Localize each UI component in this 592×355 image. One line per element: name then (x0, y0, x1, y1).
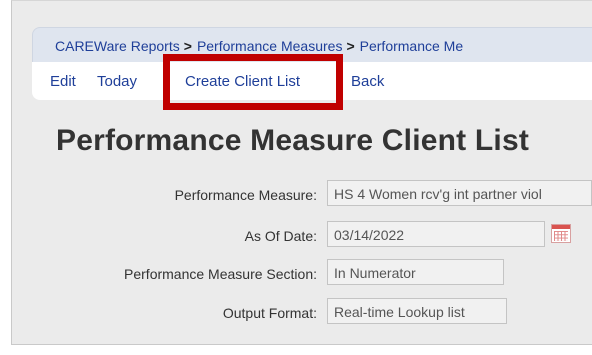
output-format-field[interactable]: Real-time Lookup list (327, 298, 507, 324)
breadcrumb: CAREWare Reports > Performance Measures > Pe… (32, 27, 592, 63)
breadcrumb-item-performance-measures[interactable]: Performance Measures (197, 38, 343, 54)
create-client-list-link[interactable]: Create Client List (185, 73, 300, 90)
as-of-date-label: As Of Date: (244, 228, 317, 244)
breadcrumb-separator: > (183, 38, 192, 54)
form-row-output-format: Output Format: Real-time Lookup list (0, 298, 592, 328)
as-of-date-field[interactable]: 03/14/2022 (327, 221, 545, 247)
form-row-performance-measure: Performance Measure: HS 4 Women rcv'g in… (0, 180, 592, 210)
today-link[interactable]: Today (97, 73, 137, 90)
action-bar: Edit Today Create Client List Back (32, 62, 592, 100)
edit-link[interactable]: Edit (50, 73, 76, 90)
measure-section-field[interactable]: In Numerator (327, 259, 504, 285)
performance-measure-label: Performance Measure: (174, 187, 317, 203)
measure-section-label: Performance Measure Section: (124, 266, 317, 282)
form-row-as-of-date: As Of Date: 03/14/2022 (0, 221, 592, 251)
breadcrumb-item-careware-reports[interactable]: CAREWare Reports (55, 38, 180, 54)
calendar-icon[interactable] (551, 224, 571, 243)
output-format-label: Output Format: (222, 305, 317, 321)
breadcrumb-item-performance-measure[interactable]: Performance Me (360, 38, 463, 54)
back-link[interactable]: Back (351, 73, 384, 90)
form-row-measure-section: Performance Measure Section: In Numerato… (0, 259, 592, 289)
breadcrumb-separator: > (346, 38, 355, 54)
performance-measure-field[interactable]: HS 4 Women rcv'g int partner viol (327, 180, 592, 206)
page-title: Performance Measure Client List (56, 124, 530, 157)
